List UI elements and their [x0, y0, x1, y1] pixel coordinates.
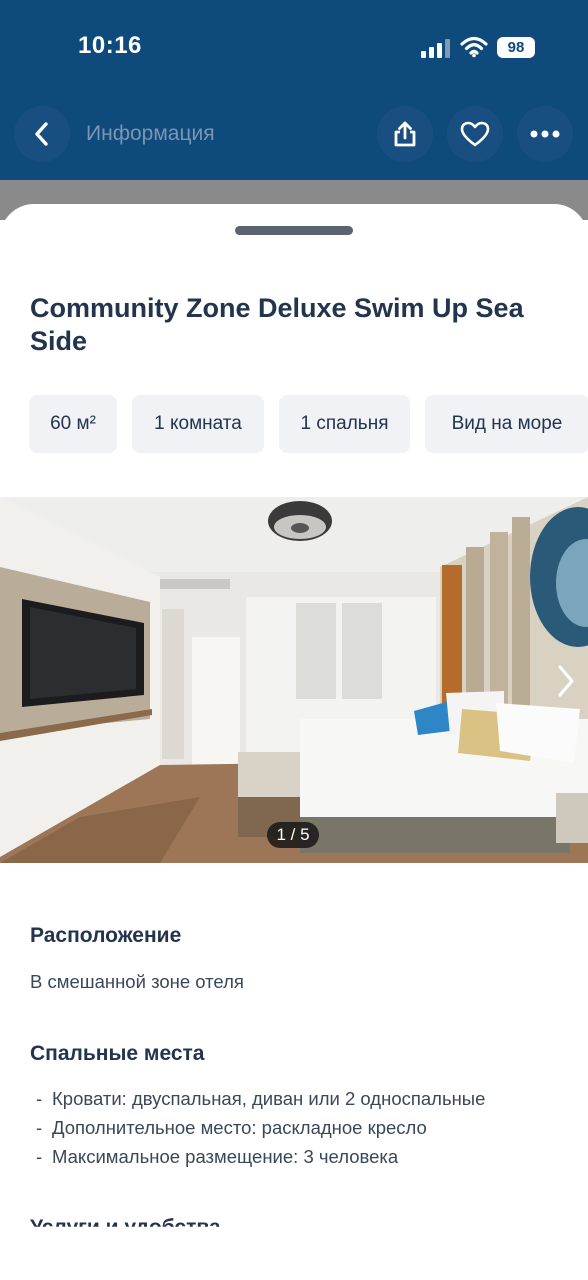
- beds-list: - Кровати: двуспальная, диван или 2 однос…: [36, 1084, 485, 1171]
- gallery-counter: 1 / 5: [267, 822, 319, 848]
- chip-bedrooms: 1 спальня: [279, 395, 410, 453]
- chip-rooms: 1 комната: [132, 395, 264, 453]
- chip-area: 60 м²: [29, 395, 117, 453]
- amenities-title: Услуги и удобства: [30, 1216, 221, 1239]
- photo-gallery[interactable]: 1 / 5: [0, 497, 588, 863]
- chevron-right-icon[interactable]: [554, 663, 578, 699]
- share-button[interactable]: [377, 106, 433, 162]
- list-item: - Максимальное размещение: 3 человека: [36, 1146, 399, 1167]
- nav-bar: Информация: [0, 106, 588, 164]
- wifi-icon: [460, 36, 488, 58]
- chip-view: Вид на море: [425, 395, 588, 453]
- heart-icon: [460, 121, 490, 147]
- room-features: 60 м² 1 комната 1 спальня Вид на море: [29, 395, 588, 453]
- share-icon: [394, 121, 416, 147]
- sheet-grab-handle[interactable]: [235, 226, 353, 235]
- room-title: Community Zone Deluxe Swim Up Sea Side: [30, 293, 524, 356]
- more-button[interactable]: [517, 106, 573, 162]
- cellular-signal-icon: [421, 39, 450, 58]
- beds-title: Спальные места: [30, 1042, 205, 1065]
- battery-indicator: 98: [497, 37, 535, 58]
- location-title: Расположение: [30, 924, 182, 947]
- room-photo: [0, 497, 588, 863]
- more-dots-icon: [530, 130, 560, 138]
- status-bar: 10:16 98: [0, 0, 588, 96]
- room-details-sheet: Community Zone Deluxe Swim Up Sea Side 6…: [0, 204, 588, 1280]
- list-item: - Кровати: двуспальная, диван или 2 однос…: [36, 1088, 486, 1109]
- back-button[interactable]: [14, 106, 70, 162]
- list-item: - Дополнительное место: раскладное кресло: [36, 1117, 427, 1138]
- favorite-button[interactable]: [447, 106, 503, 162]
- screen: 10:16 98 Информация Community Zone Delux…: [0, 0, 588, 1280]
- header: 10:16 98 Информация: [0, 0, 588, 180]
- nav-title: Информация: [86, 122, 215, 145]
- chevron-left-icon: [35, 122, 48, 146]
- location-text: В смешанной зоне отеля: [30, 971, 244, 992]
- status-time: 10:16: [78, 32, 142, 59]
